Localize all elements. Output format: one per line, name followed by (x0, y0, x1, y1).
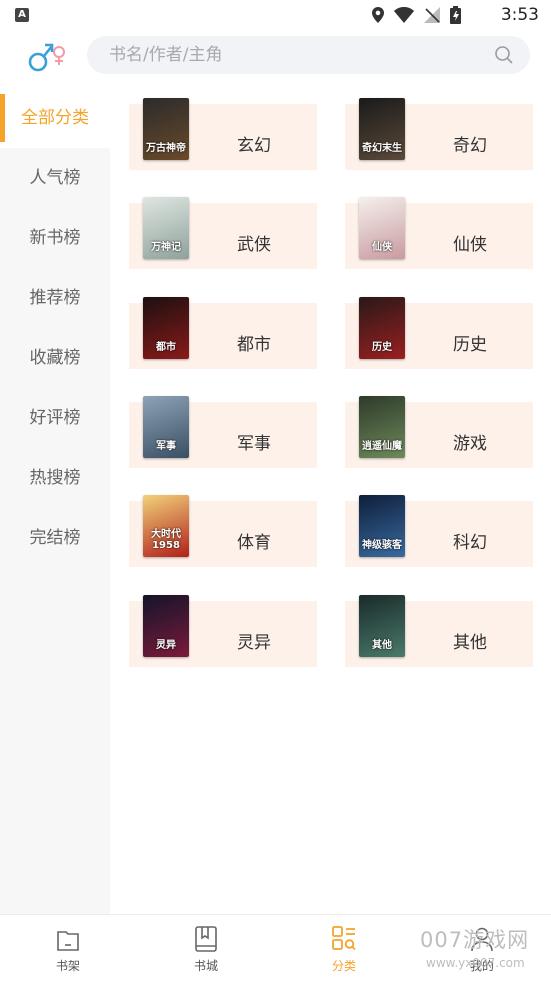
cover-title: 逍遥仙魔 (362, 441, 402, 452)
category-label: 都市 (237, 335, 271, 355)
status-bar: A 3:53 (0, 0, 551, 30)
category-card[interactable]: 奇幻末生 奇幻 (345, 98, 533, 170)
status-icons (372, 6, 461, 24)
category-card[interactable]: 其他 其他 (345, 595, 533, 667)
cover-title: 大时代1958 (151, 529, 181, 551)
cover-title: 奇幻末生 (362, 143, 402, 154)
sidebar-item-label: 收藏榜 (29, 348, 81, 368)
sidebar-item-completed[interactable]: 完结榜 (0, 508, 110, 568)
book-cover-image: 其他 (359, 595, 405, 657)
sidebar-item-favorites[interactable]: 收藏榜 (0, 328, 110, 388)
book-cover-image: 万古神帝 (143, 98, 189, 160)
cover-title: 仙侠 (372, 242, 392, 253)
battery-icon (450, 6, 461, 24)
sidebar-item-label: 人气榜 (29, 168, 81, 188)
book-cover-image: 奇幻末生 (359, 98, 405, 160)
category-icon (332, 926, 356, 951)
nav-bookstore[interactable]: 书城 (156, 915, 256, 982)
cover-title: 灵异 (156, 640, 176, 651)
category-card[interactable]: 逍遥仙魔 游戏 (345, 396, 533, 468)
cover-title: 其他 (372, 640, 392, 651)
location-icon (372, 7, 384, 23)
search-bar[interactable]: 书名/作者/主角 (87, 36, 530, 74)
cover-title: 都市 (156, 342, 176, 353)
category-card[interactable]: 万古神帝 玄幻 (129, 98, 317, 170)
search-icon[interactable] (494, 45, 514, 65)
book-cover-image: 军事 (143, 396, 189, 458)
category-card[interactable]: 军事 军事 (129, 396, 317, 468)
watermark: 007游戏网 www.yx007.com (420, 924, 551, 976)
category-label: 玄幻 (237, 136, 271, 156)
book-cover-image: 神级骇客 (359, 495, 405, 557)
sidebar-item-all-categories[interactable]: 全部分类 (0, 88, 110, 148)
cover-title: 历史 (372, 342, 392, 353)
watermark-title: 007游戏网 (420, 928, 530, 952)
category-card[interactable]: 历史 历史 (345, 297, 533, 369)
clock: 3:53 (500, 5, 539, 25)
sidebar-item-new[interactable]: 新书榜 (0, 208, 110, 268)
category-card[interactable]: 灵异 灵异 (129, 595, 317, 667)
nav-category[interactable]: 分类 (294, 915, 394, 982)
book-cover-image: 逍遥仙魔 (359, 396, 405, 458)
cover-title: 万神记 (151, 242, 181, 253)
category-label: 军事 (237, 434, 271, 454)
book-cover-image: 仙侠 (359, 197, 405, 259)
sidebar-item-label: 好评榜 (29, 408, 81, 428)
sidebar-item-label: 完结榜 (29, 528, 81, 548)
category-label: 奇幻 (453, 136, 487, 156)
category-label: 武侠 (237, 235, 271, 255)
search-placeholder: 书名/作者/主角 (109, 45, 223, 65)
sidebar-item-top-rated[interactable]: 好评榜 (0, 388, 110, 448)
sidebar-item-label: 新书榜 (29, 228, 81, 248)
sidebar-item-label: 热搜榜 (29, 468, 81, 488)
wifi-icon (394, 7, 414, 23)
book-cover-image: 万神记 (143, 197, 189, 259)
category-label: 灵异 (237, 633, 271, 653)
book-cover-image: 历史 (359, 297, 405, 359)
category-label: 仙侠 (453, 235, 487, 255)
nav-bookshelf[interactable]: 书架 (18, 915, 118, 982)
cover-title: 军事 (156, 441, 176, 452)
notification-icon: A (15, 8, 29, 22)
cover-title: 万古神帝 (146, 143, 186, 154)
no-signal-icon (424, 7, 440, 23)
nav-label: 书城 (193, 959, 218, 973)
book-cover-image: 灵异 (143, 595, 189, 657)
sidebar-item-recommended[interactable]: 推荐榜 (0, 268, 110, 328)
gender-switch-icon[interactable] (26, 38, 70, 74)
ranking-sidebar: 全部分类 人气榜 新书榜 推荐榜 收藏榜 好评榜 热搜榜 完结榜 (0, 88, 110, 914)
cover-title: 神级骇客 (362, 540, 402, 551)
category-label: 历史 (453, 335, 487, 355)
category-label: 其他 (453, 633, 487, 653)
category-card[interactable]: 万神记 武侠 (129, 197, 317, 269)
category-label: 游戏 (453, 434, 487, 454)
category-card[interactable]: 仙侠 仙侠 (345, 197, 533, 269)
sidebar-item-hot-search[interactable]: 热搜榜 (0, 448, 110, 508)
sidebar-item-label: 推荐榜 (29, 288, 81, 308)
watermark-url: www.yx007.com (426, 956, 525, 970)
nav-label: 书架 (55, 959, 80, 973)
bookshelf-icon (57, 931, 79, 951)
nav-label: 分类 (331, 959, 356, 973)
book-cover-image: 大时代1958 (143, 495, 189, 557)
book-icon (195, 926, 217, 952)
category-label: 科幻 (453, 533, 487, 553)
sidebar-item-label: 全部分类 (21, 108, 89, 128)
category-card[interactable]: 大时代1958 体育 (129, 495, 317, 567)
category-card[interactable]: 神级骇客 科幻 (345, 495, 533, 567)
sidebar-item-popular[interactable]: 人气榜 (0, 148, 110, 208)
category-label: 体育 (237, 533, 271, 553)
book-cover-image: 都市 (143, 297, 189, 359)
category-card[interactable]: 都市 都市 (129, 297, 317, 369)
